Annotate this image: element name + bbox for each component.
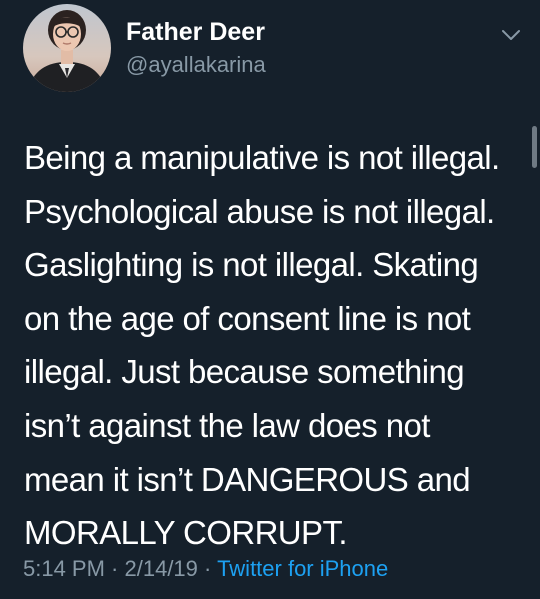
- meta-separator: ·: [197, 556, 218, 581]
- tweet-text-line: Gaslighting is not illegal. Skating: [24, 246, 479, 284]
- tweet-text-line: on the age of consent line is not: [24, 299, 471, 337]
- tweet-text-line: mean it isn’t DANGEROUS and: [24, 460, 471, 498]
- meta-separator: ·: [104, 556, 125, 581]
- tweet-text-line: Being a manipulative is not illegal.: [24, 139, 500, 176]
- tweet-text: Being a manipulative is not illegal. Psy…: [24, 131, 524, 560]
- tweet-card: Father Deer @ayallakarina Being a manipu…: [0, 0, 540, 599]
- chevron-down-icon[interactable]: [500, 28, 522, 42]
- user-info: Father Deer @ayallakarina: [126, 17, 266, 79]
- tweet-header: Father Deer @ayallakarina: [23, 4, 523, 92]
- tweet-time[interactable]: 5:14 PM: [23, 556, 105, 581]
- avatar[interactable]: [23, 4, 111, 92]
- user-handle[interactable]: @ayallakarina: [126, 51, 266, 79]
- tweet-text-line: illegal. Just because something: [24, 353, 465, 391]
- scrollbar-thumb[interactable]: [532, 126, 537, 168]
- tweet-text-line: isn’t against the law does not: [24, 406, 430, 444]
- tweet-text-line: Psychological abuse is not illegal.: [24, 192, 495, 230]
- display-name[interactable]: Father Deer: [126, 17, 266, 47]
- avatar-image: [23, 4, 111, 92]
- tweet-source-link[interactable]: Twitter for iPhone: [217, 556, 388, 581]
- tweet-meta: 5:14 PM · 2/14/19 · Twitter for iPhone: [23, 554, 388, 584]
- tweet-date[interactable]: 2/14/19: [125, 556, 198, 581]
- tweet-text-line: MORALLY CORRUPT.: [24, 514, 348, 552]
